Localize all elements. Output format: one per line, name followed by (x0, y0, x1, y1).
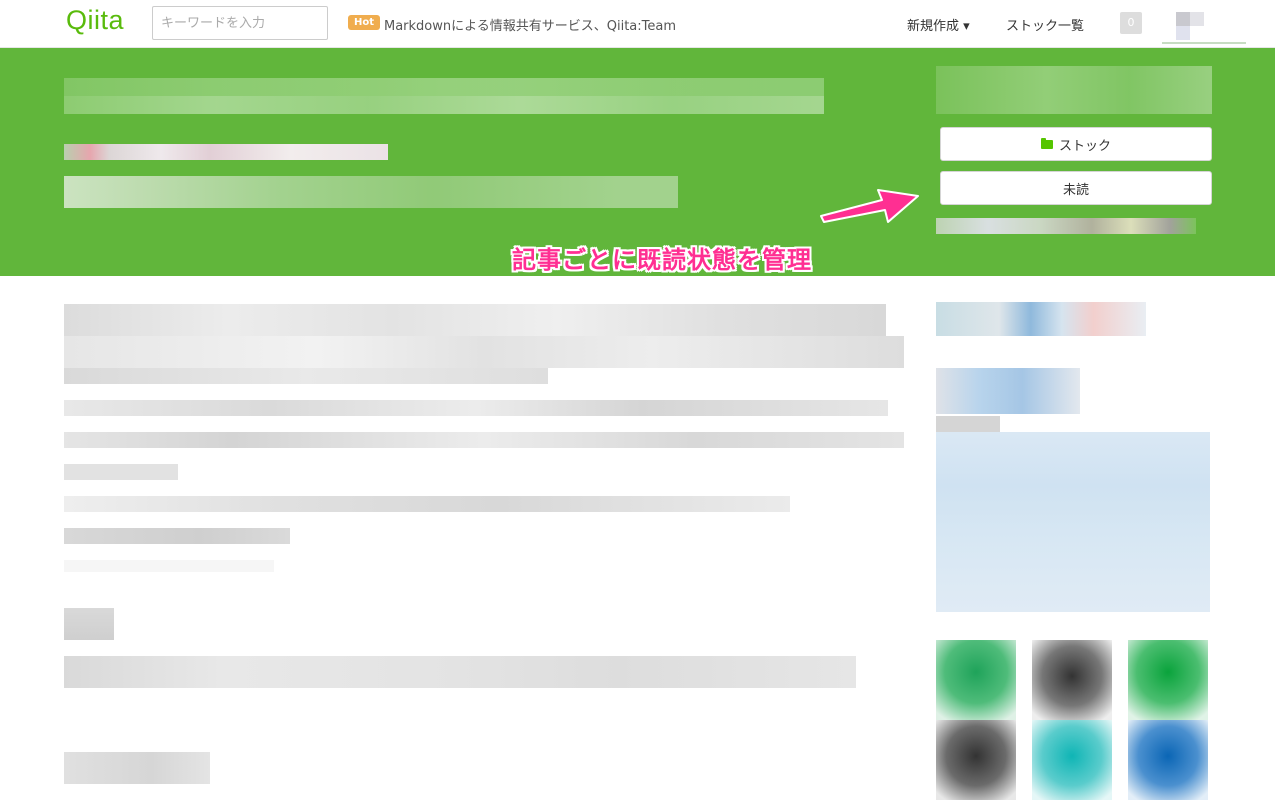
blurred-paragraph-6 (64, 464, 178, 480)
blurred-avatar-2 (1032, 640, 1112, 720)
hot-badge: Hot (348, 15, 381, 30)
blurred-avatar-5 (1032, 720, 1112, 800)
unread-button[interactable]: 未読 (940, 171, 1212, 205)
search-input[interactable] (152, 6, 328, 40)
folder-icon (1040, 137, 1053, 149)
blurred-avatar-1 (936, 640, 1016, 720)
stock-button-label: ストック (1058, 138, 1111, 154)
stock-list-link[interactable]: ストック一覧 (1006, 15, 1084, 34)
blurred-sidebar-list (936, 432, 1210, 612)
blurred-author (64, 176, 678, 208)
blurred-tags (64, 144, 388, 160)
blurred-paragraph-11 (64, 752, 210, 784)
arrow-icon (820, 189, 919, 223)
unread-button-label: 未読 (1062, 182, 1089, 198)
notification-badge[interactable]: 0 (1120, 12, 1142, 34)
new-post-dropdown[interactable]: 新規作成 ▾ (907, 15, 970, 34)
blurred-title-2 (64, 78, 824, 96)
blurred-paragraph-2 (64, 336, 904, 368)
blurred-paragraph-3 (64, 368, 548, 384)
blurred-paragraph-7 (64, 496, 790, 512)
blurred-subheading (64, 608, 114, 640)
blurred-sidebar-tags (936, 302, 1146, 336)
blurred-paragraph-1 (64, 304, 886, 336)
blurred-sidebar-user (936, 368, 1080, 414)
stock-button[interactable]: ストック (940, 127, 1212, 161)
top-header: Qiita Hot Markdownによる情報共有サービス、Qiita:Team… (0, 0, 1275, 48)
annotation-caption: 記事ごとに既読状態を管理 (512, 246, 812, 274)
blurred-avatar-3 (1128, 640, 1208, 720)
blurred-stock-count (936, 66, 1212, 114)
blurred-avatar-6 (1128, 720, 1208, 800)
blurred-paragraph-5 (64, 432, 904, 448)
hot-link[interactable]: Markdownによる情報共有サービス、Qiita:Team (384, 15, 676, 34)
user-avatar[interactable] (1162, 10, 1246, 44)
blurred-paragraph-4 (64, 400, 888, 416)
blurred-paragraph-9 (64, 560, 274, 572)
blurred-paragraph-8 (64, 528, 290, 544)
qiita-logo[interactable]: Qiita (66, 5, 124, 36)
blurred-avatar-4 (936, 720, 1016, 800)
blurred-paragraph-10 (64, 656, 856, 688)
blurred-stockers (936, 218, 1196, 234)
blurred-sidebar-title (936, 416, 1000, 432)
